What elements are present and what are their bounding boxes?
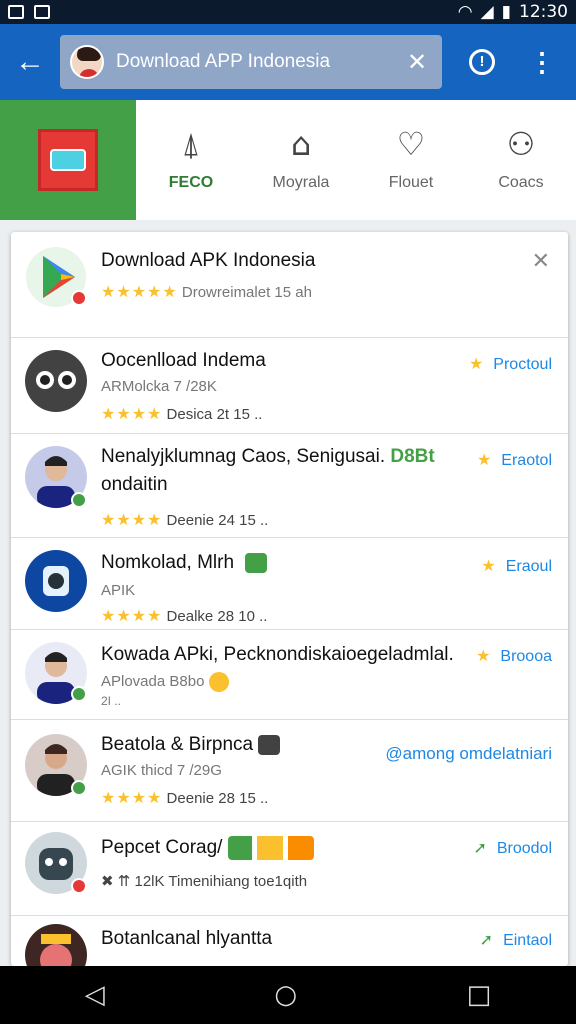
item-title: Pepcet Corag/ [101, 836, 314, 860]
status-bar: ◠ ◢ ▮ 12:30 [0, 0, 576, 24]
item-title: Download APK Indonesia [101, 250, 316, 271]
item-subtitle: APIK [101, 582, 136, 599]
wifi-icon: ◠ [457, 2, 473, 22]
rating-stars: ★★★★★ [101, 282, 178, 301]
close-icon[interactable]: ✕ [532, 248, 550, 274]
nav-back-icon[interactable]: ◁ [85, 980, 105, 1010]
verified-badge [71, 686, 87, 702]
emoji-icon [258, 734, 281, 755]
action-button[interactable]: ★ Eraotol [477, 450, 552, 470]
item-meta: Deenie 28 15 .. [166, 790, 269, 807]
tab-label: Moyrala [272, 174, 330, 191]
overflow-menu-icon[interactable]: ⋮ [522, 49, 562, 75]
share-icon: ➚ [479, 930, 494, 949]
item-meta: Drowreimalet 15 ah [181, 284, 312, 301]
action-button[interactable]: ★ Broooa [476, 646, 552, 666]
search-input[interactable]: Download APP Indonesia [116, 51, 402, 73]
info-button[interactable]: ! [442, 49, 522, 75]
rating-stars: ★★★★ [101, 788, 163, 807]
person-icon: ⚇ [506, 125, 536, 163]
image-notification-icon [8, 5, 24, 19]
item-meta: ✖ ⇈ 12lK Timenihiang toe1qith [101, 873, 308, 890]
item-title: Beatola & Birpnca [101, 734, 281, 756]
robot-app-icon [25, 350, 87, 412]
star-icon: ★ [481, 556, 496, 575]
item-meta: Desica 2t 15 .. [166, 406, 263, 423]
list-item[interactable]: Pepcet Corag/ ✖ ⇈ 12lK Timenihiang toe1q… [11, 822, 568, 916]
list-item[interactable]: Kowada APki, Pecknondiskaioegeladmlal. A… [11, 630, 568, 720]
tab-featured-app[interactable] [0, 100, 136, 220]
list-item[interactable]: Nenalyjklumnag Caos, Senigusai. D8Bt ond… [11, 434, 568, 538]
clock: 12:30 [519, 2, 568, 22]
nav-recents-icon[interactable]: □ [467, 980, 492, 1010]
heart-icon: ♡ [396, 125, 426, 163]
list-item[interactable]: Botanlcanal hlyantta ➚ Eintaol [11, 916, 568, 966]
tab-label: FECO [168, 174, 214, 191]
tab-label: Flouet [388, 174, 434, 191]
action-button[interactable]: ★ Proctoul [469, 354, 552, 374]
rating-stars: ★★★★ [101, 606, 163, 625]
home-icon: ⌂ [290, 125, 312, 163]
rating-stars: ★★★★ [101, 510, 163, 529]
signal-icon: ◢ [480, 2, 494, 22]
battery-icon: ▮ [501, 2, 511, 22]
list-item[interactable]: Nomkolad, Mlrh APIK ★★★★ Dealke 28 10 ..… [11, 538, 568, 630]
category-tabs: ⍋ FECO ⌂ Moyrala ♡ Flouet ⚇ Coacs [0, 100, 576, 220]
rating-stars: ★★★★ [101, 404, 163, 423]
avatar[interactable] [70, 45, 104, 79]
bell-icon: ⍋ [181, 125, 201, 163]
item-title: Kowada APki, Pecknondiskaioegeladmlal. [101, 644, 454, 665]
navigation-bar: ◁ ○ □ [0, 966, 576, 1024]
device-app-icon [25, 550, 87, 612]
action-button[interactable]: ★ Eraoul [481, 556, 552, 576]
item-title: Botanlcanal hlyantta [101, 928, 273, 949]
gallery-notification-icon [34, 5, 50, 19]
share-icon: ➚ [473, 838, 487, 857]
info-icon[interactable]: ! [469, 49, 495, 75]
item-title: Nomkolad, Mlrh [101, 552, 268, 574]
item-subtitle: APlovada B8bo [101, 672, 229, 692]
emoji-icons [227, 836, 314, 860]
star-icon: ★ [476, 450, 492, 469]
emoji-icon [208, 672, 229, 692]
item-title: Nenalyjklumnag Caos, Senigusai. D8Bt [101, 446, 435, 467]
results-card: Download APK Indonesia ★★★★★ Drowreimale… [11, 232, 568, 966]
verified-badge [71, 492, 87, 508]
list-item[interactable]: Oocenlload Indema ARMolcka 7 /28K ★★★★ D… [11, 338, 568, 434]
chat-emoji-icon [245, 552, 268, 573]
action-button[interactable]: ➚ Eintaol [480, 930, 552, 950]
tab-feco[interactable]: ⍋ FECO [136, 100, 246, 220]
item-meta: Deenie 24 15 .. [166, 512, 269, 529]
action-button[interactable]: @among omdelatniari [385, 744, 552, 764]
action-button[interactable]: ➚ Broodol [473, 838, 552, 858]
tab-flouet[interactable]: ♡ Flouet [356, 100, 466, 220]
app-bar: ← Download APP Indonesia ✕ ! ⋮ [0, 24, 576, 100]
list-item[interactable]: Beatola & Birpnca AGIK thicd 7 /29G ★★★★… [11, 720, 568, 822]
star-icon: ★ [476, 646, 491, 665]
verified-badge [71, 780, 87, 796]
status-badge [71, 290, 87, 306]
back-arrow-icon[interactable]: ← [0, 24, 60, 100]
tab-coacs[interactable]: ⚇ Coacs [466, 100, 576, 220]
item-subtitle: ondaitin [101, 474, 168, 495]
game-app-icon [25, 924, 87, 966]
shopping-bag-icon [38, 129, 98, 191]
nav-home-icon[interactable]: ○ [274, 980, 297, 1010]
item-meta: 2I .. [101, 694, 122, 708]
clear-search-icon[interactable]: ✕ [402, 48, 432, 77]
star-icon: ★ [468, 354, 484, 373]
item-subtitle: ARMolcka 7 /28K [101, 378, 217, 395]
search-box[interactable]: Download APP Indonesia ✕ [60, 35, 442, 89]
tab-moyrala[interactable]: ⌂ Moyrala [246, 100, 356, 220]
status-badge [71, 878, 87, 894]
item-meta: Dealke 28 10 .. [166, 608, 268, 625]
tab-label: Coacs [498, 174, 544, 191]
list-item[interactable]: Download APK Indonesia ★★★★★ Drowreimale… [11, 232, 568, 338]
item-subtitle: AGIK thicd 7 /29G [101, 762, 222, 779]
item-title: Oocenlload Indema [101, 350, 266, 371]
